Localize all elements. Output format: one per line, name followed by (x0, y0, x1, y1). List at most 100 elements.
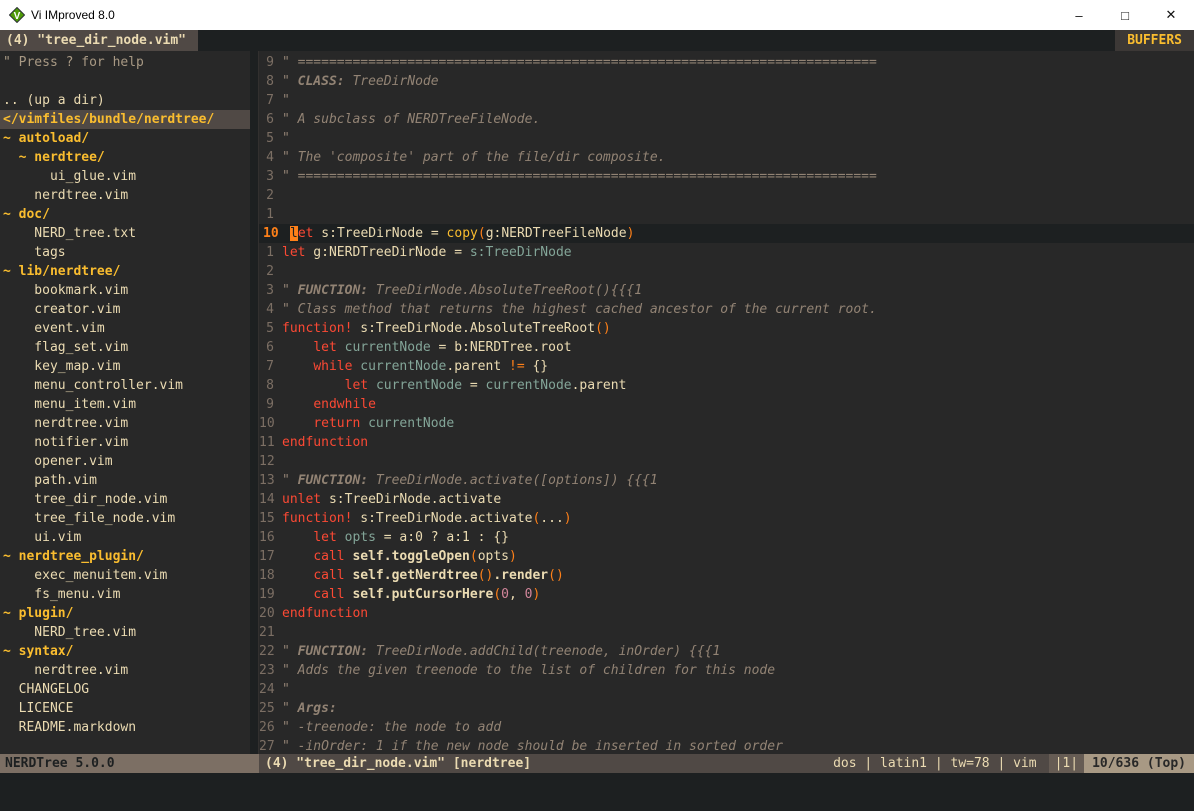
tree-item[interactable]: " Press ? for help (0, 53, 250, 72)
code-line[interactable]: 3" =====================================… (259, 167, 1194, 186)
tree-item[interactable]: flag_set.vim (0, 338, 250, 357)
tree-item[interactable]: nerdtree.vim (0, 414, 250, 433)
code-line[interactable]: 13" FUNCTION: TreeDirNode.activate([opti… (259, 471, 1194, 490)
code-line[interactable]: 8" CLASS: TreeDirNode (259, 72, 1194, 91)
code-text: unlet s:TreeDirNode.activate (282, 490, 501, 509)
tabline: (4) "tree_dir_node.vim" BUFFERS (0, 30, 1194, 51)
code-line[interactable]: 20endfunction (259, 604, 1194, 623)
line-number: 9 (259, 53, 282, 72)
tree-item[interactable]: tree_dir_node.vim (0, 490, 250, 509)
nerdtree-panel: " Press ? for help .. (up a dir)</vimfile… (0, 51, 250, 754)
tree-item[interactable]: CHANGELOG (0, 680, 250, 699)
tree-item[interactable]: </vimfiles/bundle/nerdtree/ (0, 110, 250, 129)
vim-window: V Vi IMproved 8.0 – □ ✕ (4) "tree_dir_no… (0, 0, 1194, 811)
code-line[interactable]: 18 call self.getNerdtree().render() (259, 566, 1194, 585)
tree-item[interactable]: ui.vim (0, 528, 250, 547)
code-text: let s:TreeDirNode = copy(g:NERDTreeFileN… (290, 224, 634, 243)
line-number: 16 (259, 528, 282, 547)
tree-item[interactable]: tags (0, 243, 250, 262)
code-line[interactable]: 22" FUNCTION: TreeDirNode.addChild(treen… (259, 642, 1194, 661)
tree-item[interactable]: ~ plugin/ (0, 604, 250, 623)
code-line[interactable]: 7" (259, 91, 1194, 110)
tree-item[interactable]: tree_file_node.vim (0, 509, 250, 528)
code-text: " FUNCTION: TreeDirNode.addChild(treenod… (282, 642, 720, 661)
tree-item[interactable]: exec_menuitem.vim (0, 566, 250, 585)
line-number: 22 (259, 642, 282, 661)
minimize-button[interactable]: – (1056, 0, 1102, 30)
code-text: function! s:TreeDirNode.activate(...) (282, 509, 572, 528)
line-number: 9 (259, 395, 282, 414)
code-line[interactable]: 1let g:NERDTreeDirNode = s:TreeDirNode (259, 243, 1194, 262)
code-line[interactable]: 26" -treenode: the node to add (259, 718, 1194, 737)
code-line[interactable]: 25" Args: (259, 699, 1194, 718)
tree-item[interactable]: path.vim (0, 471, 250, 490)
line-number: 4 (259, 148, 282, 167)
tree-item[interactable]: ~ doc/ (0, 205, 250, 224)
code-line[interactable]: 15function! s:TreeDirNode.activate(...) (259, 509, 1194, 528)
line-number: 23 (259, 661, 282, 680)
line-number: 20 (259, 604, 282, 623)
line-number: 8 (259, 72, 282, 91)
tree-item[interactable]: ~ nerdtree/ (0, 148, 250, 167)
tree-item[interactable]: notifier.vim (0, 433, 250, 452)
tree-item[interactable]: ~ autoload/ (0, 129, 250, 148)
code-line[interactable]: 17 call self.toggleOpen(opts) (259, 547, 1194, 566)
tree-item[interactable]: menu_item.vim (0, 395, 250, 414)
tree-item[interactable]: .. (up a dir) (0, 91, 250, 110)
tree-item[interactable]: bookmark.vim (0, 281, 250, 300)
close-button[interactable]: ✕ (1148, 0, 1194, 30)
tree-item[interactable]: event.vim (0, 319, 250, 338)
line-number: 7 (259, 91, 282, 110)
command-line (0, 773, 1194, 811)
code-line[interactable]: 27" -inOrder: 1 if the new node should b… (259, 737, 1194, 754)
code-line[interactable]: 12 (259, 452, 1194, 471)
tree-item[interactable]: nerdtree.vim (0, 186, 250, 205)
code-line[interactable]: 9" =====================================… (259, 53, 1194, 72)
code-text: " A subclass of NERDTreeFileNode. (282, 110, 540, 129)
code-line[interactable]: 24" (259, 680, 1194, 699)
code-line[interactable]: 5" (259, 129, 1194, 148)
buffers-label: BUFFERS (1115, 30, 1194, 51)
tree-item[interactable]: key_map.vim (0, 357, 250, 376)
code-line[interactable]: 19 call self.putCursorHere(0, 0) (259, 585, 1194, 604)
window-separator[interactable] (250, 51, 259, 754)
code-line[interactable]: 16 let opts = a:0 ? a:1 : {} (259, 528, 1194, 547)
tree-item[interactable]: nerdtree.vim (0, 661, 250, 680)
code-line[interactable]: 7 while currentNode.parent != {} (259, 357, 1194, 376)
code-line[interactable]: 21 (259, 623, 1194, 642)
buffer-status: (4) "tree_dir_node.vim" [nerdtree] (259, 754, 531, 773)
code-line[interactable]: 11endfunction (259, 433, 1194, 452)
code-line[interactable]: 4" Class method that returns the highest… (259, 300, 1194, 319)
tree-item[interactable]: ui_glue.vim (0, 167, 250, 186)
code-text: let g:NERDTreeDirNode = s:TreeDirNode (282, 243, 572, 262)
tree-item[interactable]: opener.vim (0, 452, 250, 471)
tree-item[interactable]: NERD_tree.vim (0, 623, 250, 642)
tree-item[interactable]: ~ syntax/ (0, 642, 250, 661)
tree-item[interactable]: ~ lib/nerdtree/ (0, 262, 250, 281)
code-line[interactable]: 1 (259, 205, 1194, 224)
tree-item[interactable]: NERD_tree.txt (0, 224, 250, 243)
code-line[interactable]: 3" FUNCTION: TreeDirNode.AbsoluteTreeRoo… (259, 281, 1194, 300)
code-line[interactable]: 6" A subclass of NERDTreeFileNode. (259, 110, 1194, 129)
code-line[interactable]: 23" Adds the given treenode to the list … (259, 661, 1194, 680)
tree-item[interactable]: creator.vim (0, 300, 250, 319)
tree-item[interactable]: ~ nerdtree_plugin/ (0, 547, 250, 566)
code-line[interactable]: 2 (259, 262, 1194, 281)
buffer-tab[interactable]: (4) "tree_dir_node.vim" (0, 30, 198, 51)
tree-item[interactable]: menu_controller.vim (0, 376, 250, 395)
code-line[interactable]: 8 let currentNode = currentNode.parent (259, 376, 1194, 395)
line-number: 6 (259, 110, 282, 129)
tree-item[interactable]: LICENCE (0, 699, 250, 718)
tree-item[interactable]: README.markdown (0, 718, 250, 737)
line-number: 17 (259, 547, 282, 566)
code-line[interactable]: 6 let currentNode = b:NERDTree.root (259, 338, 1194, 357)
code-line[interactable]: 5function! s:TreeDirNode.AbsoluteTreeRoo… (259, 319, 1194, 338)
code-line[interactable]: 14unlet s:TreeDirNode.activate (259, 490, 1194, 509)
code-line-current[interactable]: 10let s:TreeDirNode = copy(g:NERDTreeFil… (259, 224, 1194, 243)
code-line[interactable]: 10 return currentNode (259, 414, 1194, 433)
code-line[interactable]: 4" The 'composite' part of the file/dir … (259, 148, 1194, 167)
tree-item[interactable]: fs_menu.vim (0, 585, 250, 604)
maximize-button[interactable]: □ (1102, 0, 1148, 30)
code-line[interactable]: 9 endwhile (259, 395, 1194, 414)
code-line[interactable]: 2 (259, 186, 1194, 205)
